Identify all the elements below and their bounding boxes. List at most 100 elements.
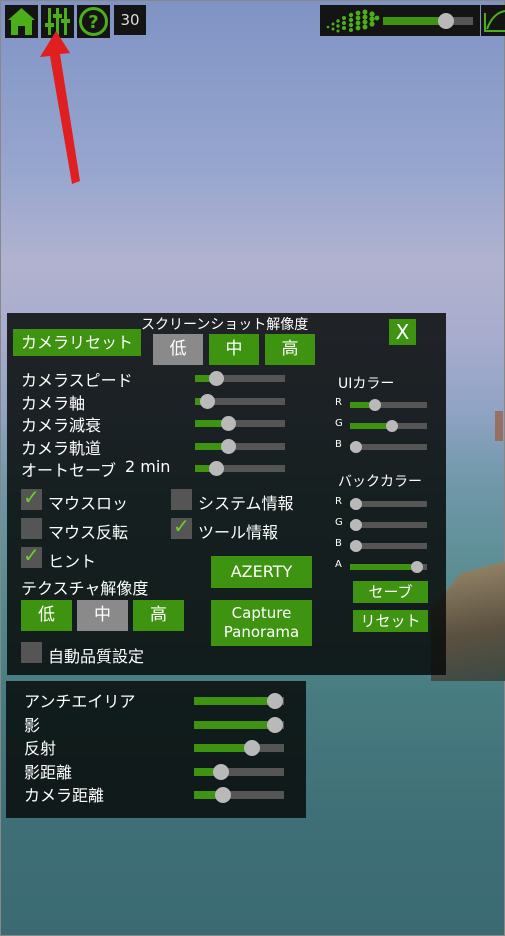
camera-slider[interactable] <box>195 461 285 476</box>
autosave-interval: 2 min <box>125 457 171 476</box>
camera-slider-knob[interactable] <box>220 438 236 454</box>
pointer-arrow-icon <box>40 31 80 184</box>
ui-color-channel-slider-knob[interactable] <box>385 420 398 432</box>
graphics-panel: アンチエイリア影反射 影距離 カメラ距離 <box>6 681 306 818</box>
graphics-slider[interactable] <box>194 763 284 780</box>
back-color-channel-slider-knob[interactable] <box>350 498 363 510</box>
back-color-channel-label: R <box>335 496 342 507</box>
graphics-slider-knob[interactable] <box>213 763 229 780</box>
back-color-channel-label: A <box>335 559 342 570</box>
screenshot-resolution-title: スクリーンショット解像度 <box>141 317 309 333</box>
back-color-channel-slider[interactable] <box>350 561 427 573</box>
back-color-channel-slider-knob[interactable] <box>350 519 363 531</box>
camera-slider-label: カメラ軸 <box>21 393 86 413</box>
graphics-slider-knob[interactable] <box>267 693 283 709</box>
camera-slider-label: カメラ減衰 <box>21 416 102 435</box>
invert-mouse-checkbox[interactable] <box>21 518 42 539</box>
quality-slider-fill <box>383 17 446 25</box>
texture-res-option[interactable]: 低 <box>21 600 72 631</box>
back-color-channel-slider-knob[interactable] <box>350 540 363 552</box>
particles-icon <box>326 9 380 33</box>
tool-info-label: ツール情報 <box>198 523 279 542</box>
graphics-slider-knob[interactable] <box>214 787 231 803</box>
ui-color-channel-slider-knob[interactable] <box>350 441 363 453</box>
checkmark-icon: ✓ <box>23 485 40 509</box>
mouse-lock-checkbox[interactable]: ✓ <box>21 485 42 510</box>
ui-color-channel-label: G <box>335 418 343 429</box>
back-color-channel-slider-knob[interactable] <box>410 561 423 573</box>
home-button[interactable] <box>5 5 38 38</box>
invert-mouse-label: マウス反転 <box>48 523 129 542</box>
back-color-channel-slider-fill <box>350 564 417 570</box>
screenshot-res-option[interactable]: 低 <box>153 334 203 365</box>
graphics-slider-knob[interactable] <box>243 740 260 756</box>
ui-color-channel-slider[interactable] <box>350 399 427 411</box>
back-color-channel-slider[interactable] <box>350 519 427 531</box>
camera-slider[interactable] <box>195 371 285 386</box>
back-color-channel-slider[interactable] <box>350 498 427 510</box>
ui-color-channel-slider-knob[interactable] <box>368 399 381 411</box>
auto-quality-checkbox[interactable] <box>21 642 42 663</box>
graphics-slider[interactable] <box>194 716 284 733</box>
camera-slider[interactable] <box>195 393 285 409</box>
graphics-slider-label: 反射 <box>24 739 57 758</box>
graphics-slider-fill <box>194 720 275 729</box>
hints-checkbox[interactable]: ✓ <box>21 543 42 568</box>
tool-info-checkbox[interactable]: ✓ <box>171 514 192 539</box>
ui-color-title: UIカラー <box>338 376 395 392</box>
capture-panorama-button[interactable]: Capture Panorama <box>211 600 312 646</box>
screenshot-res-option[interactable]: 中 <box>209 334 259 365</box>
camera-slider-label: オートセーブ <box>21 461 117 480</box>
close-button[interactable]: X <box>389 319 416 345</box>
azerty-button[interactable]: AZERTY <box>211 556 312 588</box>
quality-slider-knob[interactable] <box>438 13 454 29</box>
camera-slider-knob[interactable] <box>200 393 216 409</box>
camera-reset-button[interactable]: カメラリセット <box>13 329 141 356</box>
checkmark-icon: ✓ <box>23 543 40 567</box>
auto-quality-label: 自動品質設定 <box>48 647 145 666</box>
floating-debris <box>495 411 503 441</box>
capture-panorama-label-2: Panorama <box>223 623 300 641</box>
back-color-title: バックカラー <box>338 474 422 490</box>
curve-icon <box>484 10 505 32</box>
camera-slider-knob[interactable] <box>209 461 225 476</box>
camera-slider[interactable] <box>195 416 285 431</box>
camera-slider-knob[interactable] <box>220 416 236 431</box>
ui-color-channel-label: B <box>335 439 342 450</box>
quality-slider[interactable] <box>383 13 473 29</box>
camera-slider-label: カメラ軌道 <box>21 438 102 458</box>
checkmark-icon: ✓ <box>173 514 190 538</box>
back-color-channel-label: B <box>335 538 342 549</box>
graphics-slider-label: 影距離 <box>24 762 73 782</box>
reset-button[interactable]: リセット <box>353 610 428 632</box>
graphics-slider-label: カメラ距離 <box>24 786 105 805</box>
back-color-channel-slider[interactable] <box>350 540 427 552</box>
camera-slider-label: カメラスピード <box>21 371 133 390</box>
graphics-slider[interactable] <box>194 693 284 709</box>
graphics-slider-label: 影 <box>24 715 41 735</box>
graphics-slider-fill <box>194 744 252 752</box>
screenshot-res-option[interactable]: 高 <box>265 334 315 365</box>
graphics-slider[interactable] <box>194 787 284 803</box>
home-icon <box>8 8 35 35</box>
camera-slider-knob[interactable] <box>209 371 225 386</box>
settings-panel: スクリーンショット解像度 カメラリセット X 低中高 カメラスピード カメラ軸 カメ… <box>7 313 446 675</box>
quality-control <box>320 5 480 36</box>
ui-color-channel-slider[interactable] <box>350 441 427 453</box>
save-button[interactable]: セーブ <box>353 581 428 603</box>
graphics-slider-fill <box>194 697 275 705</box>
ui-color-channel-slider[interactable] <box>350 420 427 432</box>
texture-res-option[interactable]: 中 <box>77 600 128 631</box>
mouse-lock-label: マウスロッ <box>48 494 129 513</box>
hints-label: ヒント <box>48 552 97 571</box>
graphics-slider[interactable] <box>194 740 284 756</box>
system-info-label: システム情報 <box>198 494 294 513</box>
system-info-checkbox[interactable] <box>171 489 192 510</box>
graphics-slider-knob[interactable] <box>267 716 283 733</box>
graph-button[interactable] <box>481 5 505 36</box>
texture-res-option[interactable]: 高 <box>133 600 184 631</box>
texture-resolution-title: テクスチャ解像度 <box>21 579 149 598</box>
fps-counter: 30 <box>114 5 146 35</box>
capture-panorama-label-1: Capture <box>231 604 292 622</box>
camera-slider[interactable] <box>195 438 285 454</box>
